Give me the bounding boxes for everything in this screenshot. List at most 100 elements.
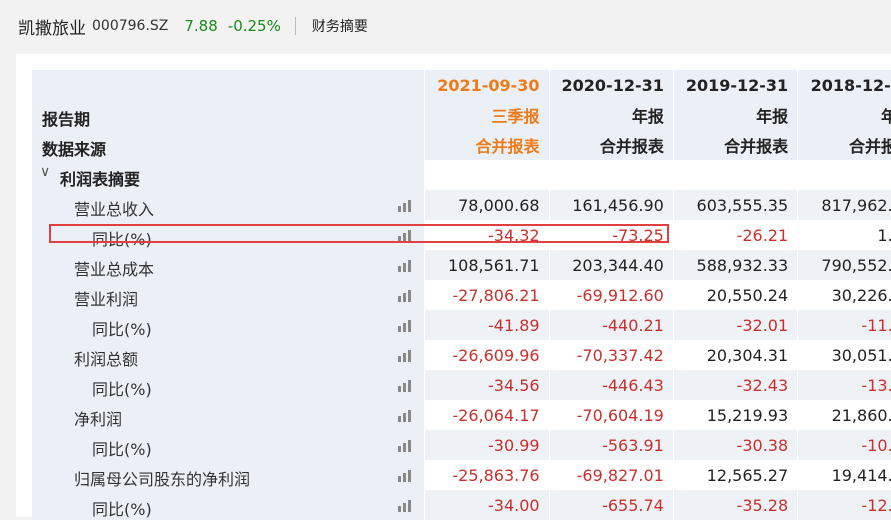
column-date[interactable]: 2019-12-31 xyxy=(672,70,798,100)
row-label-cell: 同比(%) xyxy=(32,370,425,400)
value-cell: 817,962.09 xyxy=(797,190,891,220)
value-cell: -41.89 xyxy=(424,310,550,340)
table-row: 同比(%) -30.99-563.91-30.38-10.35 xyxy=(32,430,891,460)
header-row-report-period: 报告期 三季报 年报 年报 年报 xyxy=(32,100,891,130)
row-label: 同比(%) xyxy=(92,380,152,399)
value-cell: -440.21 xyxy=(548,310,674,340)
financial-table: 2021-09-30 2020-12-31 2019-12-31 2018-12… xyxy=(32,70,891,520)
table-row: 利润总额 -26,609.96-70,337.4220,304.3130,051.… xyxy=(32,340,891,370)
row-label: 同比(%) xyxy=(92,230,152,249)
column-report-type: 三季报 xyxy=(424,100,550,130)
stock-name: 凯撒旅业 xyxy=(18,18,86,39)
section-empty-cell xyxy=(424,160,550,190)
table-row: 同比(%) -34.00-655.74-35.28-12.03 xyxy=(32,490,891,520)
bar-chart-icon[interactable] xyxy=(398,408,414,422)
row-label-cell: 营业总收入 xyxy=(32,190,425,220)
value-cell: -69,827.01 xyxy=(548,460,674,490)
table-row: 营业总成本 108,561.71 203,344.40 588,932.33 790,5… xyxy=(32,250,891,280)
section-row[interactable]: ∨ 利润表摘要 xyxy=(32,160,891,190)
table-row: 同比(%) -34.32-73.25-26.211.67 xyxy=(32,220,891,250)
column-date[interactable]: 2018-12-31 xyxy=(797,70,891,100)
report-period-label-cell: 报告期 xyxy=(32,100,425,130)
section-label-cell[interactable]: ∨ 利润表摘要 xyxy=(32,160,425,190)
row-label-cell: 同比(%) xyxy=(32,430,425,460)
row-label-cell: 归属母公司股东的净利润 xyxy=(32,460,425,490)
value-cell: -32.43 xyxy=(672,370,798,400)
value-cell: -25,863.76 xyxy=(424,460,550,490)
bar-chart-icon[interactable] xyxy=(398,228,414,242)
report-period-label: 报告期 xyxy=(42,110,91,129)
row-label-cell: 同比(%) xyxy=(32,220,425,250)
table-row: 净利润 -26,064.17-70,604.1915,219.9321,860.6… xyxy=(32,400,891,430)
row-label-cell: 营业总成本 xyxy=(32,250,425,280)
table-row: 同比(%) -41.89-440.21-32.01-11.98 xyxy=(32,310,891,340)
value-cell: 20,550.24 xyxy=(672,280,798,310)
chevron-down-icon[interactable]: ∨ xyxy=(40,164,50,180)
value-cell: 21,860.65 xyxy=(797,400,891,430)
value-cell: -32.01 xyxy=(672,310,798,340)
table-row: 归属母公司股东的净利润 -25,863.76 -69,827.01 12,565.27… xyxy=(32,460,891,490)
value-cell: 15,219.93 xyxy=(672,400,798,430)
bar-chart-icon[interactable] xyxy=(398,498,414,512)
row-label: 营业总成本 xyxy=(74,260,155,279)
value-cell: 1.67 xyxy=(797,220,891,250)
row-label: 同比(%) xyxy=(92,440,152,459)
value-cell: -26,064.17 xyxy=(424,400,550,430)
bar-chart-icon[interactable] xyxy=(398,258,414,272)
value-cell: 19,414.22 xyxy=(797,460,891,490)
bar-chart-icon[interactable] xyxy=(398,318,414,332)
value-cell: 588,932.33 xyxy=(672,250,798,280)
value-cell: -12.03 xyxy=(797,490,891,520)
bar-chart-icon[interactable] xyxy=(398,468,414,482)
value-cell: -30.99 xyxy=(424,430,550,460)
header-row-date: 2021-09-30 2020-12-31 2019-12-31 2018-12… xyxy=(32,70,891,100)
bar-chart-icon[interactable] xyxy=(398,288,414,302)
value-cell: 790,552.33 xyxy=(797,250,891,280)
stock-code: 000796.SZ xyxy=(92,18,169,34)
value-cell: -34.56 xyxy=(424,370,550,400)
row-label: 营业利润 xyxy=(74,290,139,309)
row-label: 同比(%) xyxy=(92,320,152,339)
column-data-source: 合并报表 xyxy=(672,130,798,160)
header-row-data-source: 数据来源 合并报表 合并报表 合并报表 合并报表 xyxy=(32,130,891,160)
value-cell: -26.21 xyxy=(672,220,798,250)
row-label-cell: 利润总额 xyxy=(32,340,425,370)
value-cell: -35.28 xyxy=(672,490,798,520)
value-cell: 108,561.71 xyxy=(424,250,550,280)
row-label-cell: 净利润 xyxy=(32,400,425,430)
stock-header: 凯撒旅业 000796.SZ 7.88 -0.25% 财务摘要 xyxy=(0,0,891,52)
tab-financial-summary[interactable]: 财务摘要 xyxy=(312,16,368,36)
column-data-source: 合并报表 xyxy=(548,130,674,160)
value-cell: -73.25 xyxy=(548,220,674,250)
header-label-cell xyxy=(32,70,425,100)
bar-chart-icon[interactable] xyxy=(398,438,414,452)
bar-chart-icon[interactable] xyxy=(398,348,414,362)
value-cell: 20,304.31 xyxy=(672,340,798,370)
stock-change: -0.25% xyxy=(227,17,281,35)
column-date[interactable]: 2021-09-30 xyxy=(424,70,550,100)
column-report-type: 年报 xyxy=(797,100,891,130)
column-report-type: 年报 xyxy=(672,100,798,130)
row-label: 归属母公司股东的净利润 xyxy=(74,470,251,489)
column-date[interactable]: 2020-12-31 xyxy=(548,70,674,100)
value-cell: -30.38 xyxy=(672,430,798,460)
value-cell: 203,344.40 xyxy=(548,250,674,280)
bar-chart-icon[interactable] xyxy=(398,198,414,212)
header-divider xyxy=(294,17,296,35)
section-empty-cell xyxy=(672,160,798,190)
value-cell: 603,555.35 xyxy=(672,190,798,220)
stock-price: 7.88 xyxy=(184,17,218,35)
value-cell: -10.35 xyxy=(797,430,891,460)
value-cell: -70,604.19 xyxy=(548,400,674,430)
section-empty-cell xyxy=(797,160,891,190)
value-cell: -446.43 xyxy=(548,370,674,400)
row-label-cell: 同比(%) xyxy=(32,310,425,340)
value-cell: 30,051.45 xyxy=(797,340,891,370)
value-cell: -27,806.21 xyxy=(424,280,550,310)
data-source-label-cell: 数据来源 xyxy=(32,130,425,160)
row-label: 净利润 xyxy=(74,410,123,429)
value-cell: -13.21 xyxy=(797,370,891,400)
section-title: 利润表摘要 xyxy=(60,170,141,189)
bar-chart-icon[interactable] xyxy=(398,378,414,392)
value-cell: -70,337.42 xyxy=(548,340,674,370)
